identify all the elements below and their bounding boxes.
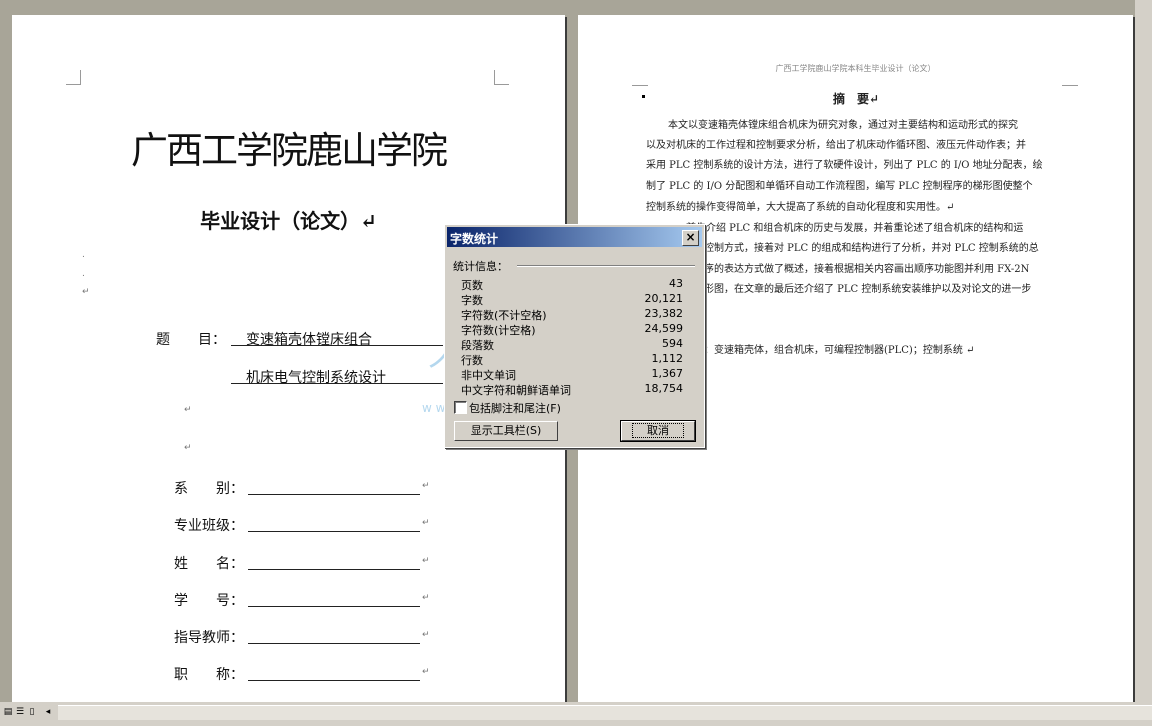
horizontal-scrollbar[interactable] [58,705,1152,720]
paragraph-mark: ↵ [184,443,192,453]
paragraph-mark: ↵ [422,630,430,640]
abstract-line: 制了 PLC 的 I/O 分配图和单循环自动工作流程图，编写 PLC 控制程序的… [646,181,1033,192]
abstract-title: 摘 要↵ [833,92,880,106]
stat-value: 594 [662,337,683,350]
paragraph-mark: ↵ [422,518,430,528]
stat-value: 18,754 [644,382,684,395]
paragraph-mark: . [82,269,85,279]
normal-view-icon[interactable]: ▤ [2,706,14,718]
stat-row-paragraphs: 段落数 594 [461,337,683,352]
field-underline [248,606,420,607]
topic-underline [231,345,443,346]
paragraph-mark: ↵ [422,667,430,677]
stat-label: 段落数 [461,339,494,352]
reading-view-icon[interactable]: ▯ [26,706,38,718]
footnotes-checkbox[interactable] [454,401,467,414]
stat-label: 字数 [461,294,483,307]
topic-label: 题 目： [156,332,226,348]
paragraph-mark: ↵ [422,481,430,491]
footnotes-checkbox-label[interactable]: 包括脚注和尾注(F) [469,400,561,416]
abstract-line: 形图，在文章的最后还介绍了 PLC 控制系统安装维护以及对论文的进一步 [704,284,1032,295]
cancel-button[interactable]: 取消 [620,420,696,442]
scroll-left-icon[interactable]: ◂ [42,706,54,718]
stat-value: 43 [669,277,683,290]
field-underline [248,680,420,681]
abstract-line: 序的表达方式做了概述，接着根据相关内容画出顺序功能图并利用 FX-2N [704,264,1030,275]
stat-value: 23,382 [644,307,684,320]
field-label-class: 专业班级： [174,518,244,534]
field-label-advisor: 指导教师： [174,630,244,646]
field-underline [248,643,420,644]
dialog-title-bar[interactable]: 字数统计 × [447,227,702,247]
paragraph-mark: ↵ [184,405,192,415]
field-label-name: 姓 名： [174,556,244,572]
margin-corner-mark [66,70,81,85]
abstract-line: 控制系统的操作变得简单，大大提高了系统的自动化程度和实用性。↵ [646,202,955,213]
close-icon[interactable]: × [682,230,699,246]
topic-line-2: 机床电气控制系统设计 [246,370,386,386]
abstract-line: 以及对机床的工作过程和控制要求分析，给出了机床动作循环图、液压元件动作表；并 [646,140,1026,151]
stat-label: 页数 [461,279,483,292]
stat-value: 20,121 [644,292,684,305]
show-toolbar-button[interactable]: 显示工具栏(S) [454,421,558,441]
stat-value: 24,599 [644,322,684,335]
header-rule [1062,85,1078,86]
margin-corner-mark [494,70,509,85]
stat-row-pages: 页数 43 [461,277,683,292]
abstract-line: 采用 PLC 控制系统的设计方法，进行了软硬件设计，列出了 PLC 的 I/O … [646,160,1043,171]
web-view-icon[interactable]: ☰ [14,706,26,718]
stat-label: 字符数(计空格) [461,324,536,337]
stat-row-non-chinese: 非中文单词 1,367 [461,367,683,382]
stat-row-words: 字数 20,121 [461,292,683,307]
dialog-title: 字数统计 [450,232,499,246]
topic-underline [231,383,443,384]
field-underline [248,569,420,570]
field-underline [248,494,420,495]
header-rule [632,85,648,86]
stat-label: 字符数(不计空格) [461,309,547,322]
horizontal-scroll-area: ▤ ☰ ▯ ◂ [0,702,1152,726]
page-header: 广西工学院鹿山学院本科生毕业设计（论文） [775,64,936,73]
paragraph-mark: . [82,250,85,260]
cancel-button-label: 取消 [632,423,684,438]
word-count-dialog[interactable]: 字数统计 × 统计信息： 页数 43 字数 20,121 字符数(不计空格) 23,3… [444,224,705,448]
paragraph-mark: ↵ [82,287,90,297]
abstract-line: 控制方式，接着对 PLC 的组成和结构进行了分析，并对 PLC 控制系统的总 [704,243,1039,254]
stat-label: 非中文单词 [461,369,516,382]
stats-section-label: 统计信息： [453,260,508,273]
field-label-title: 职 称： [174,667,244,683]
paragraph-mark: ↵ [422,556,430,566]
stat-row-lines: 行数 1,112 [461,352,683,367]
field-label-student-id: 学 号： [174,593,244,609]
stat-value: 1,112 [651,352,684,365]
field-underline [248,531,420,532]
abstract-line: 本文以变速箱壳体镗床组合机床为研究对象，通过对主要结构和运动形式的探究 [668,120,1018,131]
section-divider [517,265,695,267]
stat-row-chars-with-spaces: 字符数(计空格) 24,599 [461,322,683,337]
topic-line-1: 变速箱壳体镗床组合 [246,332,372,348]
keywords-line: ：变速箱壳体，组合机床，可编程控制器(PLC)；控制系统 ↵ [704,345,975,356]
abstract-line: 首先介绍 PLC 和组合机床的历史与发展，并着重论述了组合机床的结构和运 [686,223,1024,234]
stat-label: 行数 [461,354,483,367]
paragraph-mark: ↵ [422,593,430,603]
stat-label: 中文字符和朝鲜语单词 [461,384,571,397]
stat-value: 1,367 [651,367,684,380]
stat-row-chars-no-spaces: 字符数(不计空格) 23,382 [461,307,683,322]
field-label-department: 系 别： [174,481,244,497]
vertical-scrollbar[interactable] [1135,0,1152,702]
school-title: 广西工学院鹿山学院 [131,129,448,172]
bullet-mark [642,95,645,98]
stat-row-cjk: 中文字符和朝鲜语单词 18,754 [461,382,683,397]
